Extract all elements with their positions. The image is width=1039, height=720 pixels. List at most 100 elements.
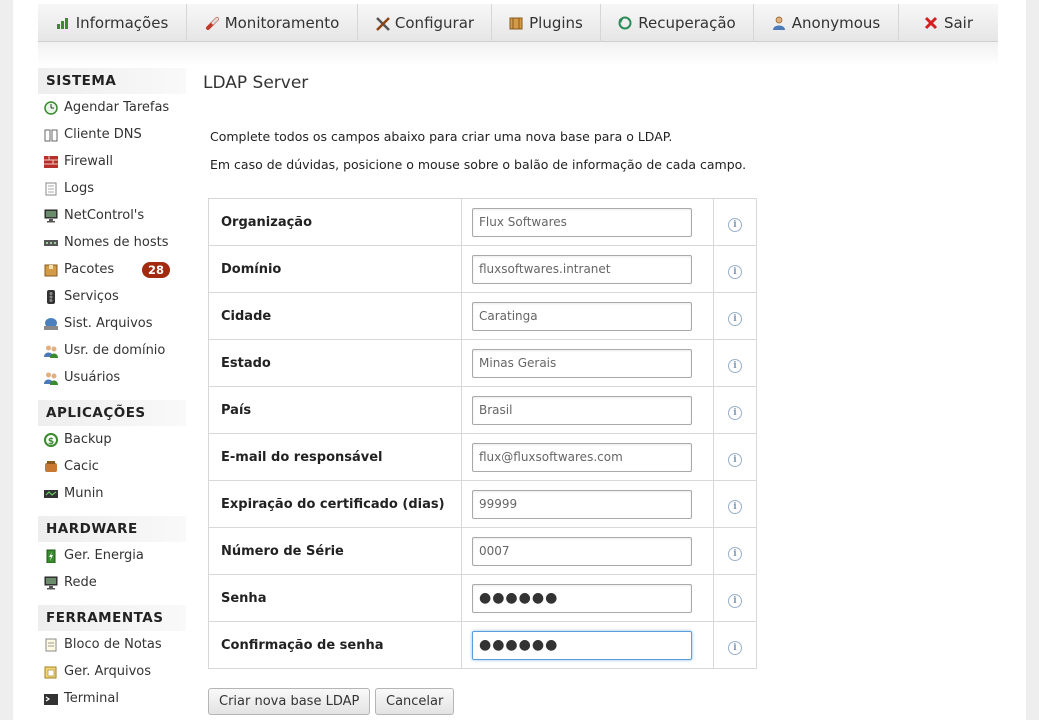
pais-input[interactable] [472,395,692,425]
nav-recuperacao[interactable]: Recuperação [601,4,754,42]
sidebar-item-agendar-tarefas[interactable]: Agendar Tarefas [38,94,186,121]
folder-icon [44,665,58,679]
user-icon [772,16,786,30]
sidebar-item-label: Cacic [64,459,99,474]
field-label: Cidade [208,292,462,340]
sidebar-item-label: Ger. Arquivos [64,664,152,679]
page: Informações Monitoramento Configurar Plu… [13,0,1026,720]
form-row-expiracao: Expiração do certificado (dias) i [208,480,757,528]
sidebar-item-usuarios[interactable]: Usuários [38,364,186,391]
info-icon[interactable]: i [728,359,742,373]
sidebar-item-label: NetControl's [64,208,145,223]
info-icon[interactable]: i [728,218,742,232]
sidebar-item-firewall[interactable]: Firewall [38,148,186,175]
sidebar-item-label: Pacotes [64,262,115,277]
sidebar-item-sist-arquivos[interactable]: Sist. Arquivos [38,310,186,337]
form-row-confirmacao-senha: Confirmação de senha i [208,621,757,669]
field-label: E-mail do responsável [208,433,462,481]
nav-configurar[interactable]: Configurar [358,4,492,42]
sidebar-item-pacotes[interactable]: Pacotes 28 [38,256,186,283]
sidebar-item-servicos[interactable]: Serviços [38,283,186,310]
battery-icon [44,549,58,563]
info-icon[interactable]: i [728,500,742,514]
sidebar-item-munin[interactable]: Munin [38,480,186,507]
sidebar-item-nomes-de-hosts[interactable]: Nomes de hosts [38,229,186,256]
sidebar-item-label: Munin [64,486,104,501]
cidade-input[interactable] [472,301,692,331]
field-label: Organização [208,198,462,246]
nav-monitoramento[interactable]: Monitoramento [187,4,358,42]
backup-icon: $ [44,432,58,447]
field-label: Expiração do certificado (dias) [208,480,462,528]
form-row-numero-serie: Número de Série i [208,527,757,575]
sidebar-item-netcontrols[interactable]: NetControl's [38,202,186,229]
confirmacao-senha-input[interactable] [472,630,692,660]
sidebar-item-label: Terminal [64,691,119,706]
document-icon [44,182,58,196]
sidebar-item-backup[interactable]: $ Backup [38,426,186,453]
sidebar-item-logs[interactable]: Logs [38,175,186,202]
sidebar-item-ger-energia[interactable]: Ger. Energia [38,542,186,569]
section-hardware: HARDWARE [38,516,186,542]
senha-input[interactable] [472,583,692,613]
info-icon[interactable]: i [728,453,742,467]
tools-icon [375,16,390,31]
computer-icon [44,576,58,590]
disk-icon [44,317,58,331]
monitor-icon [44,487,58,501]
field-label: Senha [208,574,462,622]
field-label: Confirmação de senha [208,621,462,669]
field-label: Número de Série [208,527,462,575]
sidebar-item-label: Serviços [64,289,119,304]
sidebar-item-cliente-dns[interactable]: Cliente DNS [38,121,186,148]
info-icon[interactable]: i [728,406,742,420]
sidebar-item-usr-de-dominio[interactable]: Usr. de domínio [38,337,186,364]
sidebar-item-label: Rede [64,575,97,590]
form-row-pais: País i [208,386,757,434]
sidebar-item-bloco-de-notas[interactable]: Bloco de Notas [38,631,186,658]
close-icon [924,16,938,30]
users-icon [44,344,58,358]
nav-informacoes[interactable]: Informações [38,4,187,42]
form-row-estado: Estado i [208,339,757,387]
expiracao-input[interactable] [472,489,692,519]
info-icon[interactable]: i [728,265,742,279]
info-icon[interactable]: i [728,594,742,608]
organizacao-input[interactable] [472,207,692,237]
section-aplicacoes: APLICAÇÕES [38,400,186,426]
section-ferramentas: FERRAMENTAS [38,605,186,631]
form-row-organizacao: Organização i [208,198,757,246]
sidebar-item-label: Bloco de Notas [64,637,162,652]
sidebar-item-label: Usr. de domínio [64,343,166,358]
thermometer-icon [205,16,219,30]
nav-anonymous[interactable]: Anonymous [754,4,899,42]
sidebar-item-ger-arquivos[interactable]: Ger. Arquivos [38,658,186,685]
cancel-button[interactable]: Cancelar [375,688,455,715]
nav-label: Configurar [394,14,475,32]
nav-label: Anonymous [791,14,881,32]
nav-plugins[interactable]: Plugins [492,4,601,42]
sidebar-item-label: Cliente DNS [64,127,142,142]
create-ldap-button[interactable]: Criar nova base LDAP [208,688,371,715]
book-icon [44,128,58,142]
info-icon[interactable]: i [728,312,742,326]
sidebar-item-cacic[interactable]: Cacic [38,453,186,480]
sidebar-item-terminal[interactable]: Terminal [38,685,186,712]
field-label: Estado [208,339,462,387]
dominio-input[interactable] [472,254,692,284]
form-row-dominio: Domínio i [208,245,757,293]
info-icon[interactable]: i [728,641,742,655]
nav-sair[interactable]: Sair [899,4,998,42]
email-input[interactable] [472,442,692,472]
info-icon[interactable]: i [728,547,742,561]
sidebar-item-label: Firewall [64,154,114,169]
users-icon [44,371,58,385]
box-icon [509,16,523,30]
estado-input[interactable] [472,348,692,378]
sidebar-item-rede[interactable]: Rede [38,569,186,596]
help-text: Em caso de dúvidas, posicione o mouse so… [210,157,747,172]
schedule-icon [44,100,58,115]
computer-icon [44,209,58,223]
nav-label: Monitoramento [224,14,340,32]
numero-serie-input[interactable] [472,536,692,566]
